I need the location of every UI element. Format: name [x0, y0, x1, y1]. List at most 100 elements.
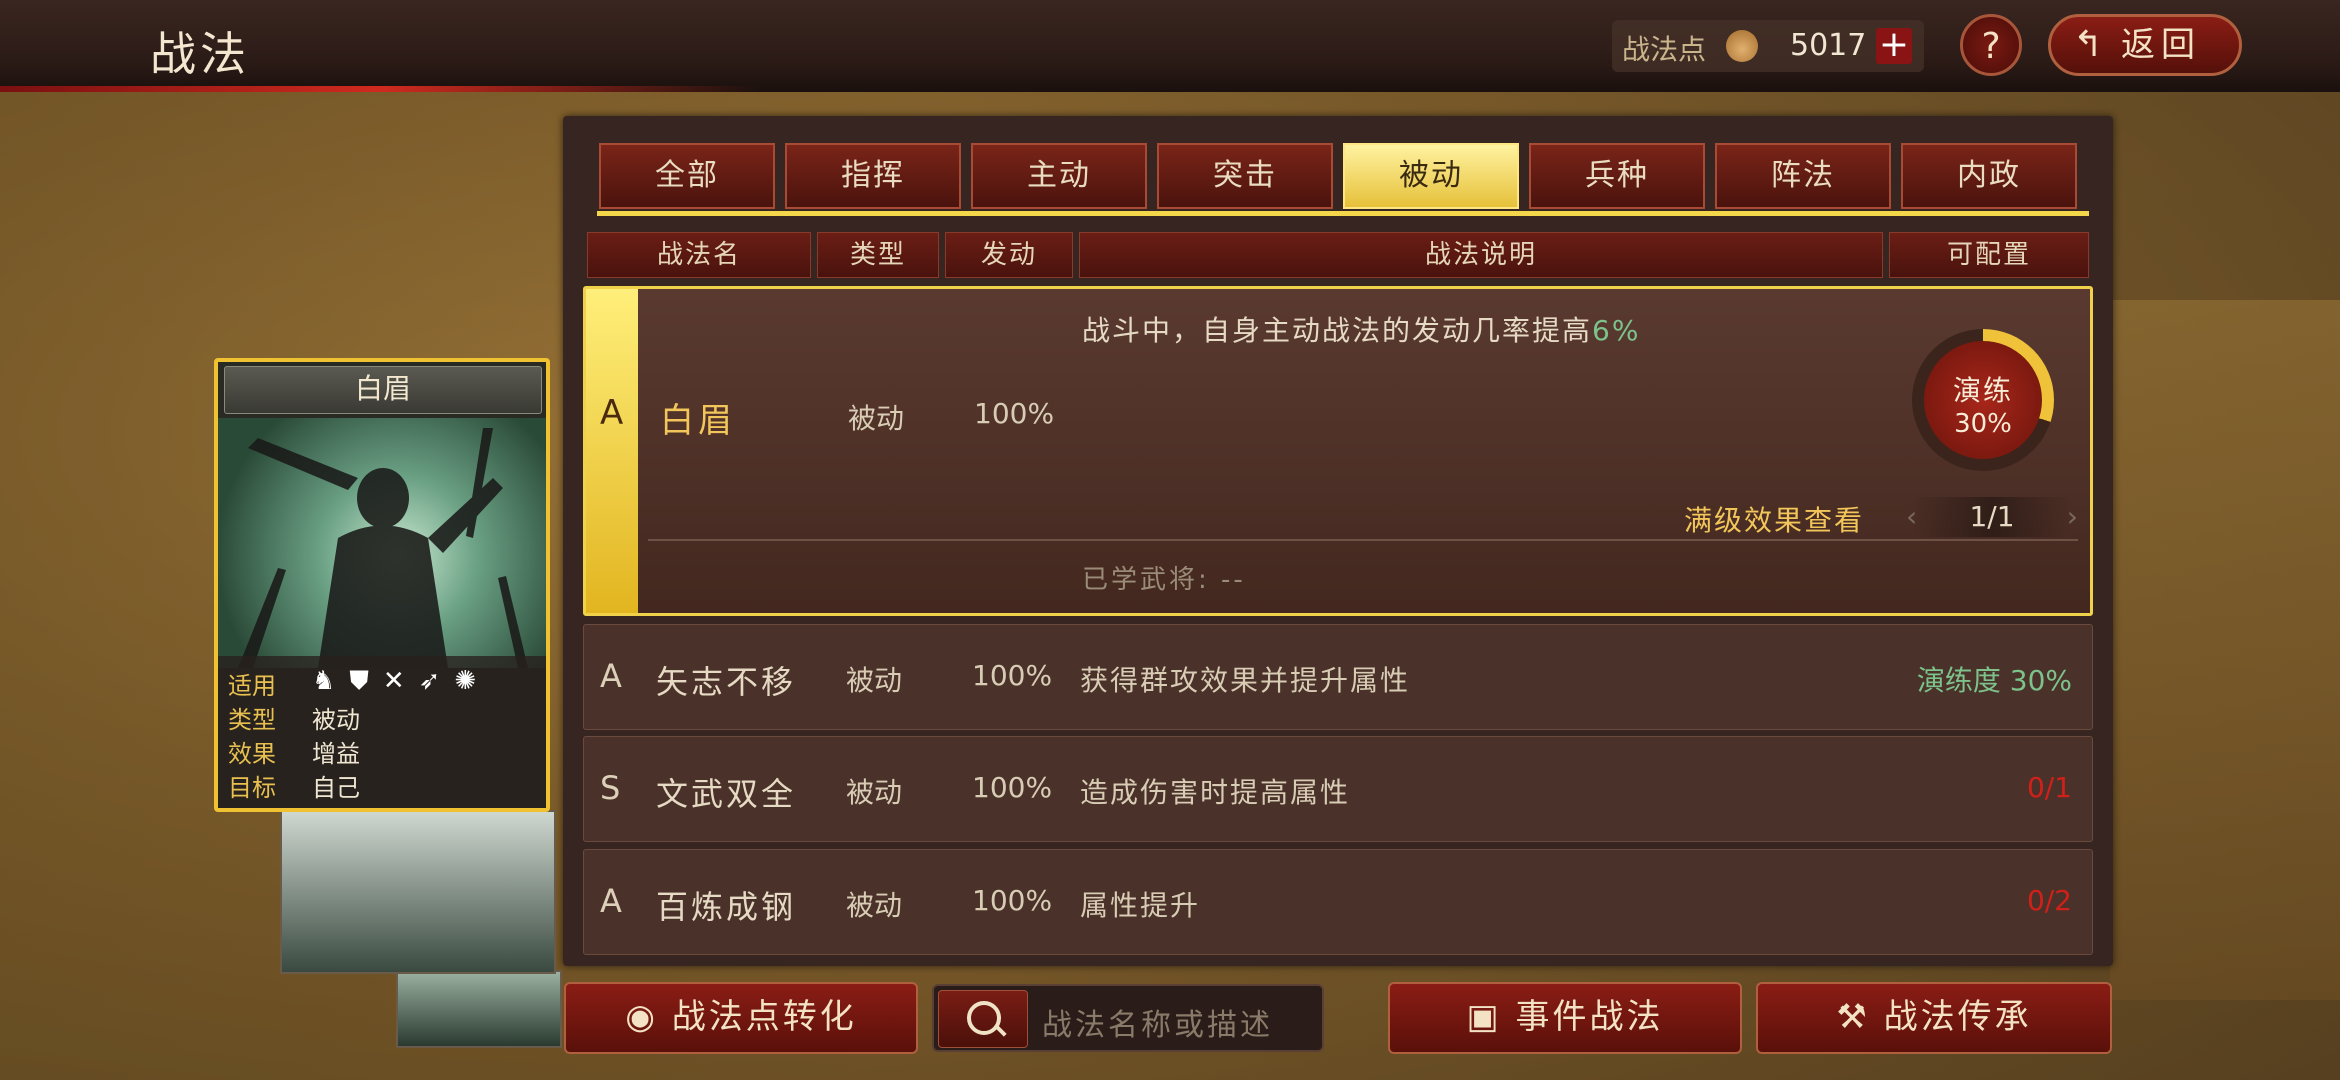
bow-icon: ✕: [382, 666, 419, 696]
learned-value: --: [1221, 565, 1246, 595]
skill-rate: 100%: [972, 884, 1053, 917]
skill-rate: 100%: [972, 771, 1053, 804]
skill-points-value: 5017: [1790, 28, 1867, 63]
add-points-button[interactable]: +: [1876, 27, 1912, 64]
skill-grade: S: [600, 769, 621, 807]
divider: [648, 539, 2078, 541]
wheel-icon: ✺: [454, 666, 491, 696]
target-label: 目标: [228, 774, 276, 802]
full-effect-link[interactable]: 满级效果查看: [1684, 499, 1865, 541]
effect-value: 增益: [312, 740, 360, 768]
type-value: 被动: [312, 706, 360, 734]
tab-passive[interactable]: 被动: [1343, 143, 1519, 209]
skill-type: 被动: [846, 664, 903, 697]
convert-label: 战法点转化: [671, 997, 857, 1037]
selected-skill-row[interactable]: A 白眉 被动 100% 战斗中，自身主动战法的发动几率提高6% 演练 30% …: [583, 286, 2093, 616]
skill-card-back: [396, 970, 562, 1048]
card-title: 白眉: [224, 366, 542, 414]
pager-value: 1/1: [1969, 500, 2015, 533]
skill-grade: A: [600, 393, 624, 433]
tab-formation[interactable]: 阵法: [1715, 143, 1891, 209]
skill-description: 属性提升: [1080, 889, 1201, 922]
level-pager: ‹ 1/1 ›: [1906, 497, 2078, 537]
event-label: 事件战法: [1515, 997, 1664, 1037]
skill-name: 白眉: [660, 401, 736, 441]
tab-internal[interactable]: 内政: [1901, 143, 2077, 209]
convert-points-button[interactable]: ◉ 战法点转化: [564, 982, 918, 1054]
inherit-skill-button[interactable]: ⚒ 战法传承: [1756, 982, 2112, 1054]
general-silhouette-icon: [238, 428, 528, 668]
column-header-type: 类型: [817, 232, 939, 278]
search-input[interactable]: 战法名称或描述: [1042, 1000, 1273, 1044]
page-title: 战法: [150, 27, 250, 81]
skill-name: 文武双全: [656, 775, 797, 813]
column-header-description: 战法说明: [1079, 232, 1883, 278]
tab-troop[interactable]: 兵种: [1529, 143, 1705, 209]
skill-rate: 100%: [974, 397, 1055, 430]
skill-grade: A: [600, 882, 622, 920]
cavalry-icon: ♞: [312, 666, 350, 696]
train-percent: 30%: [1954, 409, 2012, 439]
tab-active[interactable]: 主动: [971, 143, 1147, 209]
skill-description-text: 战斗中，自身主动战法的发动几率提高: [1082, 314, 1593, 347]
pager-right-icon[interactable]: ›: [2067, 497, 2078, 537]
skill-description: 获得群攻效果并提升属性: [1080, 664, 1411, 697]
type-label: 类型: [228, 706, 276, 734]
skill-description: 战斗中，自身主动战法的发动几率提高6%: [1082, 309, 1640, 349]
search-icon: [967, 1001, 1001, 1035]
skill-type: 被动: [846, 776, 903, 809]
effect-label: 效果: [228, 740, 276, 768]
applicable-label: 适用: [228, 672, 276, 700]
column-header-configurable: 可配置: [1889, 232, 2089, 278]
shield-icon: ⛊: [349, 666, 383, 696]
tab-assault[interactable]: 突击: [1157, 143, 1333, 209]
train-label: 演练: [1952, 374, 2013, 407]
back-arrow-icon: ↰: [2073, 24, 2104, 65]
back-button[interactable]: ↰ 返回: [2048, 14, 2242, 76]
learned-label: 已学武将:: [1082, 565, 1210, 595]
skill-type: 被动: [846, 889, 903, 922]
tab-underline: [597, 211, 2089, 216]
skill-card: 白眉 适用 ♞⛊✕➶✺ 类型 被动 效果 增益 目标 自己: [214, 358, 550, 812]
event-skills-button[interactable]: ▣ 事件战法: [1388, 982, 1742, 1054]
skill-status: 演练度 30%: [1916, 664, 2072, 697]
back-label: 返回: [2121, 25, 2201, 65]
skill-card-back: [280, 810, 556, 974]
column-header-name: 战法名: [587, 232, 811, 278]
learned-generals: 已学武将: --: [1082, 559, 1246, 596]
skill-rate: 100%: [972, 659, 1053, 692]
scroll-icon: ▣: [1466, 997, 1502, 1037]
inherit-label: 战法传承: [1883, 997, 2032, 1037]
skill-name: 百炼成钢: [656, 888, 797, 926]
troop-icons: ♞⛊✕➶✺: [312, 666, 490, 697]
search-box[interactable]: 战法名称或描述: [932, 984, 1324, 1052]
skill-description-value: 6%: [1592, 314, 1641, 347]
pager-left-icon[interactable]: ‹: [1906, 497, 1917, 537]
target-value: 自己: [312, 774, 360, 802]
skill-status: 0/2: [2026, 884, 2072, 917]
skill-type: 被动: [848, 402, 905, 435]
flame-icon: [1726, 30, 1758, 62]
skill-status: 0/1: [2026, 771, 2072, 804]
skill-description: 造成伤害时提高属性: [1080, 776, 1351, 809]
skill-row[interactable]: A 矢志不移 被动 100% 获得群攻效果并提升属性 演练度 30%: [583, 624, 2093, 730]
skill-points-label: 战法点: [1622, 33, 1707, 66]
hammer-icon: ⚒: [1836, 997, 1870, 1037]
skill-row[interactable]: S 文武双全 被动 100% 造成伤害时提高属性 0/1: [583, 736, 2093, 842]
skill-name: 矢志不移: [656, 663, 797, 701]
search-button[interactable]: [938, 990, 1028, 1048]
selected-grade-stripe: [586, 289, 638, 613]
top-bar-accent: [0, 86, 760, 92]
train-button-face: 演练 30%: [1924, 341, 2042, 459]
column-header-trigger: 发动: [945, 232, 1073, 278]
flame-icon: ◉: [625, 997, 658, 1037]
skill-row[interactable]: A 百炼成钢 被动 100% 属性提升 0/2: [583, 849, 2093, 955]
help-button[interactable]: ?: [1960, 14, 2022, 76]
card-art: [218, 418, 546, 668]
spear-icon: ➶: [418, 666, 455, 696]
skill-grade: A: [600, 657, 622, 695]
card-info: 适用 ♞⛊✕➶✺ 类型 被动 效果 增益 目标 自己: [218, 656, 546, 808]
tab-command[interactable]: 指挥: [785, 143, 961, 209]
train-progress-button[interactable]: 演练 30%: [1912, 329, 2054, 471]
tab-all[interactable]: 全部: [599, 143, 775, 209]
